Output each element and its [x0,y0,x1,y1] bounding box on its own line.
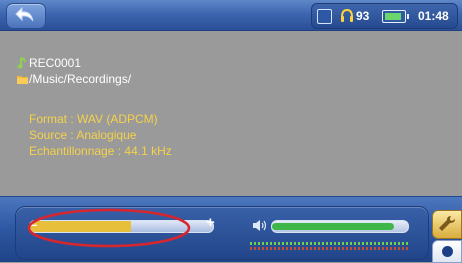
back-arrow-icon [15,7,34,22]
music-note-icon [17,57,26,69]
record-dot-icon [442,246,453,257]
clock: 01:48 [418,9,449,23]
status-indicators: 93 01:48 [311,3,458,29]
recording-info-panel: REC0001 /Music/Recordings/ Format : WAV … [0,31,462,196]
file-name-row: REC0001 [17,56,82,70]
input-gain-slider[interactable] [29,220,214,233]
record-button[interactable] [432,240,462,263]
input-gain-fill [30,221,131,232]
file-name: REC0001 [29,56,82,70]
speaker-icon [253,220,267,231]
battery-fill [385,13,401,20]
level-meter-left [250,242,408,245]
tools-button[interactable] [432,210,462,239]
sample-rate-info: Echantillonnage : 44.1 kHz [29,144,172,158]
recording-control-panel: – + [15,206,429,260]
source-info: Source : Analogique [29,128,137,142]
gain-increase-button[interactable]: + [206,214,215,231]
gain-decrease-button[interactable]: – [30,217,37,232]
control-bar: – + [0,196,462,262]
folder-path-row: /Music/Recordings/ [17,72,132,86]
wrench-icon [439,216,455,231]
level-meter-right [250,247,408,250]
folder-path: /Music/Recordings/ [29,72,132,86]
top-status-bar: 93 01:48 [0,0,462,31]
folder-icon [17,76,28,84]
level-meter [250,242,408,252]
headphone-icon [341,8,353,22]
battery-icon [382,10,409,23]
hold-lock-icon [317,9,332,24]
volume-fill [272,223,395,230]
volume-level-text: 93 [356,9,370,23]
volume-slider[interactable] [271,220,409,233]
back-button[interactable] [6,3,46,29]
format-info: Format : WAV (ADPCM) [29,112,158,126]
